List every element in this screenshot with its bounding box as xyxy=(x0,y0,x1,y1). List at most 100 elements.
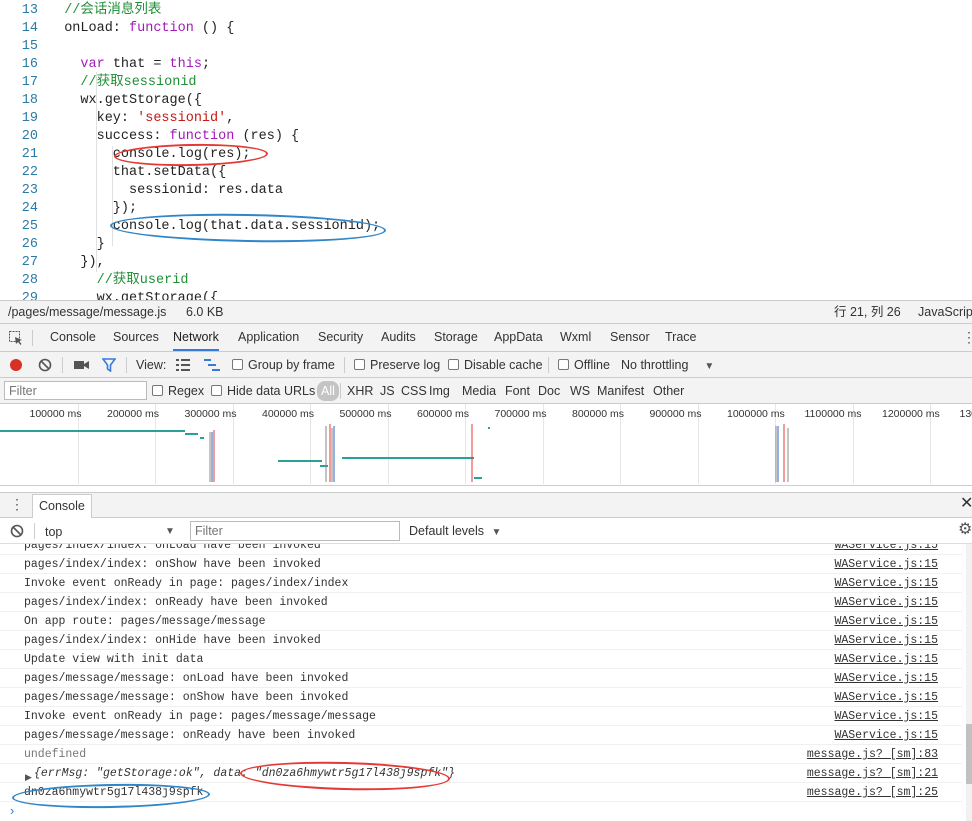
console-row: Invoke event onReady in page: pages/mess… xyxy=(0,707,962,726)
console-scrollbar[interactable] xyxy=(966,544,972,821)
filter-type-js[interactable]: JS xyxy=(380,378,395,404)
code-line[interactable]: 13 //会话消息列表 xyxy=(0,2,972,20)
filter-type-manifest[interactable]: Manifest xyxy=(597,378,644,404)
console-source-link[interactable]: WAService.js:15 xyxy=(834,688,938,707)
console-source-link[interactable]: WAService.js:15 xyxy=(834,726,938,745)
console-source-link[interactable]: WAService.js:15 xyxy=(834,650,938,669)
language-mode[interactable]: JavaScript xyxy=(918,301,972,323)
code-line[interactable]: 18 wx.getStorage({ xyxy=(0,92,972,110)
code-line[interactable]: 19 key: 'sessionid', xyxy=(0,110,972,128)
close-drawer-icon[interactable]: ✕ xyxy=(960,495,972,513)
tab-storage[interactable]: Storage xyxy=(434,324,478,351)
tab-appdata[interactable]: AppData xyxy=(494,324,543,351)
code-line[interactable]: 26 } xyxy=(0,236,972,254)
filter-type-xhr[interactable]: XHR xyxy=(347,378,373,404)
tab-trace[interactable]: Trace xyxy=(665,324,697,351)
clear-console-icon[interactable] xyxy=(10,524,24,538)
code-line[interactable]: 14 onLoad: function () { xyxy=(0,20,972,38)
hide-data-urls-label: Hide data URLs xyxy=(227,384,316,398)
network-timeline-overview[interactable]: 100000 ms 200000 ms 300000 ms 400000 ms 5000… xyxy=(0,404,972,486)
line-number: 21 xyxy=(21,147,38,162)
console-row: pages/index/index: onLoad have been invo… xyxy=(0,544,962,555)
code-line[interactable]: 21 console.log(res); xyxy=(0,146,972,164)
code-line[interactable]: 15 xyxy=(0,38,972,56)
console-source-link[interactable]: WAService.js:15 xyxy=(834,574,938,593)
code-token: //会话消息列表 xyxy=(64,3,162,18)
console-settings-gear-icon[interactable]: ⚙ xyxy=(958,521,972,539)
code-line[interactable]: 23 sessionid: res.data xyxy=(0,182,972,200)
filter-type-all[interactable]: All xyxy=(317,381,339,401)
group-by-frame-checkbox[interactable]: Group by frame xyxy=(232,352,335,378)
console-source-link[interactable]: WAService.js:15 xyxy=(834,631,938,650)
console-row: undefined message.js? [sm]:83 xyxy=(0,745,962,764)
console-source-link[interactable]: message.js? [sm]:21 xyxy=(807,764,938,783)
throttling-select[interactable]: No throttling ▼ xyxy=(621,352,714,380)
expand-triangle-icon[interactable]: ▶ xyxy=(25,772,32,783)
tab-application[interactable]: Application xyxy=(238,324,299,351)
code-line[interactable]: 29 wx.getStorage({ xyxy=(0,290,972,300)
large-rows-icon[interactable] xyxy=(176,359,190,371)
hide-data-urls-checkbox[interactable]: Hide data URLs xyxy=(211,378,315,404)
console-message: pages/index/index: onHide have been invo… xyxy=(24,634,321,647)
console-source-link[interactable]: message.js? [sm]:83 xyxy=(807,745,938,764)
preserve-log-checkbox[interactable]: Preserve log xyxy=(354,352,440,378)
code-token: //获取userid xyxy=(96,273,189,288)
code-line[interactable]: 20 success: function (res) { xyxy=(0,128,972,146)
code-line[interactable]: 27 }), xyxy=(0,254,972,272)
tab-security[interactable]: Security xyxy=(318,324,363,351)
more-menu-icon[interactable]: ⋮ xyxy=(962,330,972,344)
filter-type-font[interactable]: Font xyxy=(505,378,530,404)
filter-funnel-icon[interactable] xyxy=(101,358,117,373)
console-source-link[interactable]: message.js? [sm]:25 xyxy=(807,783,938,802)
code-text: wx.getStorage({ xyxy=(48,290,219,300)
code-token: var xyxy=(80,57,105,72)
tab-audits[interactable]: Audits xyxy=(381,324,416,351)
context-select[interactable]: top ▼ xyxy=(40,521,180,541)
tab-network[interactable]: Network xyxy=(173,324,219,351)
console-message: pages/index/index: onLoad have been invo… xyxy=(24,544,321,552)
tab-sensor[interactable]: Sensor xyxy=(610,324,650,351)
line-number: 19 xyxy=(21,111,38,126)
console-message: pages/index/index: onReady have been inv… xyxy=(24,596,328,609)
tab-console[interactable]: Console xyxy=(50,324,96,351)
code-line[interactable]: 28 //获取userid xyxy=(0,272,972,290)
code-editor[interactable]: 13 //会话消息列表 14 onLoad: function () {15 16 … xyxy=(0,0,972,300)
clear-icon[interactable] xyxy=(38,358,52,372)
filter-type-css[interactable]: CSS xyxy=(401,378,427,404)
console-source-link[interactable]: WAService.js:15 xyxy=(834,707,938,726)
code-line[interactable]: 17 //获取sessionid xyxy=(0,74,972,92)
drawer-header: ⋮ Console ✕ xyxy=(0,492,972,518)
console-source-link[interactable]: WAService.js:15 xyxy=(834,555,938,574)
code-text: //获取userid xyxy=(48,272,189,290)
disable-cache-checkbox[interactable]: Disable cache xyxy=(448,352,543,378)
code-line[interactable]: 22 that.setData({ xyxy=(0,164,972,182)
offline-checkbox[interactable]: Offline xyxy=(558,352,610,378)
console-source-link[interactable]: WAService.js:15 xyxy=(834,669,938,688)
filter-type-media[interactable]: Media xyxy=(462,378,496,404)
console-source-link[interactable]: WAService.js:15 xyxy=(834,544,938,555)
code-text: console.log(res); xyxy=(48,146,251,164)
console-prompt-icon[interactable]: › xyxy=(10,803,14,818)
tab-sources[interactable]: Sources xyxy=(113,324,159,351)
network-filter-input[interactable] xyxy=(4,381,147,400)
code-line[interactable]: 25 console.log(that.data.sessionid); xyxy=(0,218,972,236)
line-number: 24 xyxy=(21,201,38,216)
filter-type-doc[interactable]: Doc xyxy=(538,378,560,404)
tab-wxml[interactable]: Wxml xyxy=(560,324,591,351)
record-button[interactable] xyxy=(10,359,22,371)
console-source-link[interactable]: WAService.js:15 xyxy=(834,593,938,612)
inspect-element-icon[interactable] xyxy=(8,330,24,346)
log-levels-select[interactable]: Default levels ▼ xyxy=(409,521,501,543)
overview-waterfall-icon[interactable] xyxy=(204,359,220,371)
regex-checkbox[interactable]: Regex xyxy=(152,378,204,404)
drawer-console-tab[interactable]: Console xyxy=(32,494,92,518)
code-line[interactable]: 16 var that = this; xyxy=(0,56,972,74)
console-filter-input[interactable] xyxy=(190,521,400,541)
drawer-menu-icon[interactable]: ⋮ xyxy=(10,497,24,511)
filter-type-ws[interactable]: WS xyxy=(570,378,590,404)
filter-type-img[interactable]: Img xyxy=(429,378,450,404)
filter-type-other[interactable]: Other xyxy=(653,378,684,404)
screenshot-camera-icon[interactable] xyxy=(74,359,90,371)
console-source-link[interactable]: WAService.js:15 xyxy=(834,612,938,631)
code-line[interactable]: 24 }); xyxy=(0,200,972,218)
